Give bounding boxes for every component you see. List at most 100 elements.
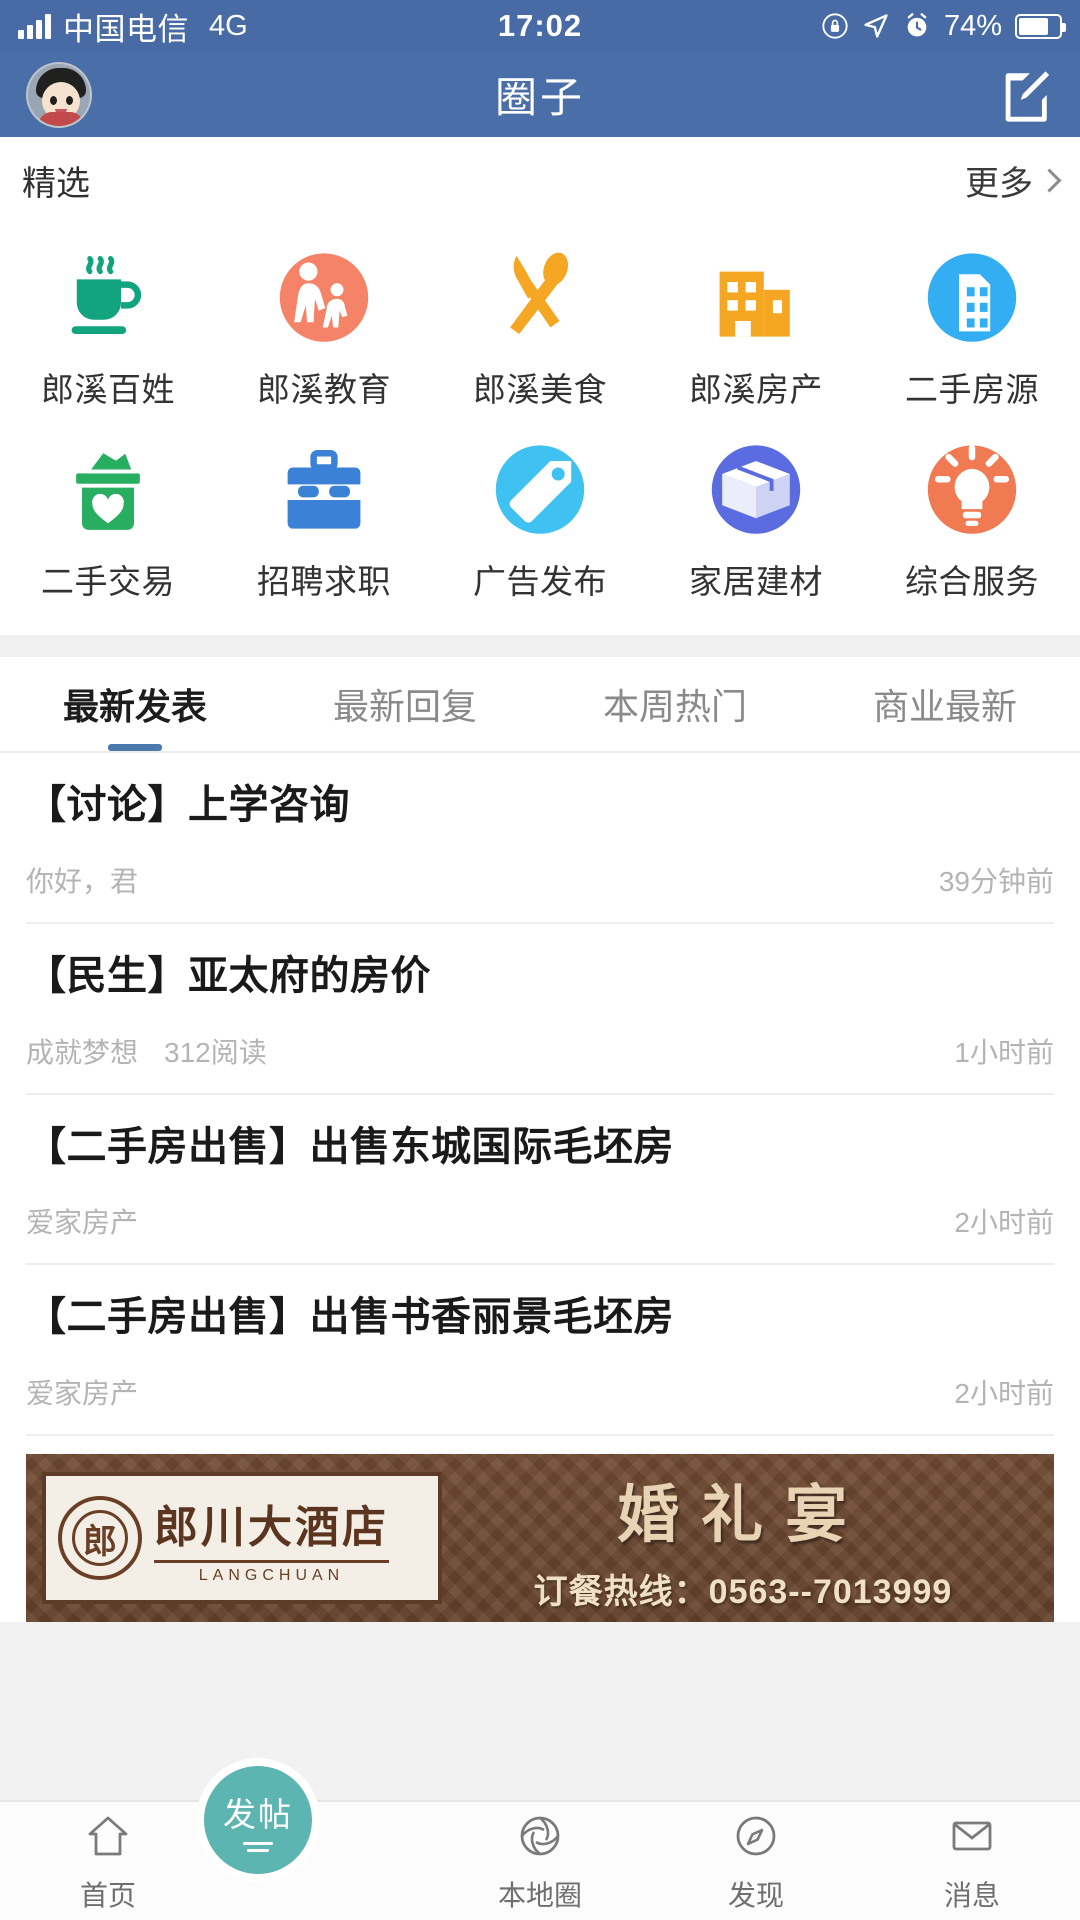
ad-banner-wrapper: 郎 郎川大酒店 LANGCHUAN 婚礼宴 订餐热线：0563--7013999 — [0, 1436, 1080, 1623]
page-title: 圈子 — [494, 74, 585, 121]
post-author: 爱家房产 — [26, 1378, 139, 1410]
lightbulb-icon — [920, 435, 1024, 539]
mail-envelope-icon — [944, 1808, 1000, 1864]
signal-bars-icon — [18, 13, 51, 39]
post-meta-left: 爱家房产 — [26, 1201, 138, 1241]
featured-more-label: 更多 — [965, 164, 1033, 203]
banner-copy: 婚礼宴 订餐热线：0563--7013999 — [442, 1464, 1054, 1613]
post-author: 成就梦想 — [26, 1036, 139, 1068]
post-meta: 爱家房产 2小时前 — [26, 1346, 1054, 1434]
bottom-nav-item-local[interactable]: 本地圈 — [432, 1808, 648, 1914]
banner-hotel-plate: 郎 郎川大酒店 LANGCHUAN — [42, 1472, 442, 1605]
post-timestamp: 2小时前 — [954, 1207, 1054, 1239]
post-title: 【民生】亚太府的房价 — [26, 953, 431, 998]
bottom-nav-label-discover: 发现 — [727, 1880, 784, 1911]
category-item-5[interactable]: 二手房源 — [864, 229, 1080, 421]
tab-2[interactable]: 最新回复 — [270, 657, 540, 751]
post-item[interactable]: 【二手房出售】出售东城国际毛坯房 爱家房产 2小时前 — [0, 1095, 1080, 1264]
rotation-lock-icon — [822, 13, 848, 39]
banner-phone: 订餐热线：0563--7013999 — [533, 1572, 953, 1611]
post-create-icon — [243, 1842, 273, 1852]
section-separator — [0, 635, 1080, 657]
post-meta: 成就梦想 312阅读 1小时前 — [26, 1005, 1054, 1093]
post-item[interactable]: 【民生】亚太府的房价成就梦想 312阅读 1小时前 — [0, 924, 1080, 1093]
ad-banner[interactable]: 郎 郎川大酒店 LANGCHUAN 婚礼宴 订餐热线：0563--7013999 — [26, 1454, 1054, 1623]
alarm-clock-icon — [907, 13, 927, 37]
app-header: 圈子 — [0, 52, 1080, 137]
category-grid: 郎溪百姓 郎溪教育 郎溪美食 郎溪房产 二手房源二手交易 招聘求职 广告发布 家居建材 综合服务 — [0, 223, 1080, 635]
bottom-nav-item-message[interactable]: 消息 — [864, 1808, 1080, 1914]
bottom-nav-item-discover[interactable]: 发现 — [648, 1808, 864, 1914]
category-label: 招聘求职 — [257, 563, 391, 600]
category-item-4[interactable]: 郎溪房产 — [648, 229, 864, 421]
post-meta-left: 你好，君 — [26, 860, 138, 900]
package-box-icon — [704, 435, 808, 539]
category-item-7[interactable]: 招聘求职 — [216, 421, 432, 613]
app-root: 中国电信 4G 17:02 74% 圈子 精选 更多 郎溪百姓 郎溪教育 郎溪美… — [0, 0, 1080, 1920]
category-label: 郎溪教育 — [257, 371, 391, 408]
briefcase-icon — [272, 435, 376, 539]
tab-label: 本周热门 — [602, 686, 747, 727]
featured-panel: 精选 更多 郎溪百姓 郎溪教育 郎溪美食 郎溪房产 二手房源二手交易 招聘求职 广告发布 家居… — [0, 137, 1080, 635]
post-item[interactable]: 【二手房出售】出售书香丽景毛坯房爱家房产 2小时前 — [0, 1265, 1080, 1434]
post-author: 爱家房产 — [26, 1207, 139, 1239]
post-list: 【讨论】上学咨询 你好，君 39分钟前 【民生】亚太府的房价 成就梦想 312阅读 1小时前… — [0, 753, 1080, 1437]
post-create-button[interactable]: 发帖 — [196, 1758, 320, 1882]
tab-1[interactable]: 最新发表 — [0, 657, 270, 751]
money-box-heart-icon — [56, 435, 160, 539]
category-label: 郎溪美食 — [473, 371, 607, 408]
carrier-label: 中国电信 — [63, 11, 189, 47]
category-item-2[interactable]: 郎溪教育 — [216, 229, 432, 421]
location-arrow-icon — [864, 14, 888, 38]
office-building-icon — [704, 243, 808, 347]
compose-edit-icon[interactable] — [996, 66, 1054, 124]
tab-label: 商业最新 — [872, 686, 1017, 727]
fork-spoon-icon — [488, 243, 592, 347]
bottom-nav-label-home: 首页 — [79, 1880, 136, 1911]
category-item-8[interactable]: 广告发布 — [432, 421, 648, 613]
category-item-6[interactable]: 二手交易 — [0, 421, 216, 613]
feed-tab-bar: 最新发表 最新回复 本周热门 商业最新 — [0, 657, 1080, 753]
tab-3[interactable]: 本周热门 — [540, 657, 810, 751]
post-meta: 你好，君 39分钟前 — [26, 834, 1054, 922]
coffee-cup-icon — [56, 243, 160, 347]
hotel-seal-icon: 郎 — [58, 1496, 142, 1581]
bottom-nav-label-local: 本地圈 — [497, 1880, 582, 1911]
bottom-nav-item-home[interactable]: 首页 — [0, 1808, 216, 1914]
post-timestamp: 1小时前 — [954, 1036, 1054, 1068]
post-timestamp: 39分钟前 — [938, 865, 1054, 897]
featured-header: 精选 更多 — [0, 137, 1080, 223]
post-author: 你好，君 — [26, 865, 139, 897]
tab-label: 最新回复 — [332, 686, 477, 727]
category-item-10[interactable]: 综合服务 — [864, 421, 1080, 613]
bottom-nav-bar: 首页 本地圈 发现 消息 发帖 — [0, 1758, 1080, 1920]
featured-title: 精选 — [22, 164, 90, 203]
home-icon — [80, 1808, 136, 1864]
featured-more-button[interactable]: 更多 — [965, 156, 1062, 205]
category-item-9[interactable]: 家居建材 — [648, 421, 864, 613]
battery-percent-label: 74% — [943, 9, 1002, 42]
post-meta-left: 成就梦想 312阅读 — [26, 1031, 267, 1071]
post-item[interactable]: 【讨论】上学咨询 你好，君 39分钟前 — [0, 753, 1080, 922]
tab-label: 最新发表 — [62, 686, 207, 727]
banner-headline: 婚礼宴 — [616, 1481, 869, 1550]
post-meta-left: 爱家房产 — [26, 1372, 138, 1412]
post-create-label: 发帖 — [223, 1796, 293, 1833]
network-type-label: 4G — [209, 9, 248, 42]
category-label: 综合服务 — [905, 563, 1039, 600]
aperture-icon — [512, 1808, 568, 1864]
tab-4[interactable]: 商业最新 — [810, 657, 1080, 751]
status-bar: 中国电信 4G 17:02 74% — [0, 0, 1080, 52]
avatar[interactable] — [26, 61, 92, 128]
price-tag-icon — [488, 435, 592, 539]
category-label: 二手房源 — [905, 371, 1039, 408]
parent-child-icon — [272, 243, 376, 347]
category-label: 二手交易 — [41, 563, 175, 600]
category-label: 郎溪百姓 — [41, 371, 175, 408]
battery-icon — [1015, 13, 1066, 39]
chevron-right-icon — [1037, 167, 1062, 193]
category-item-3[interactable]: 郎溪美食 — [432, 229, 648, 421]
category-item-1[interactable]: 郎溪百姓 — [0, 229, 216, 421]
post-timestamp: 2小时前 — [954, 1378, 1054, 1410]
post-title: 【二手房出售】出售书香丽景毛坯房 — [26, 1295, 674, 1340]
